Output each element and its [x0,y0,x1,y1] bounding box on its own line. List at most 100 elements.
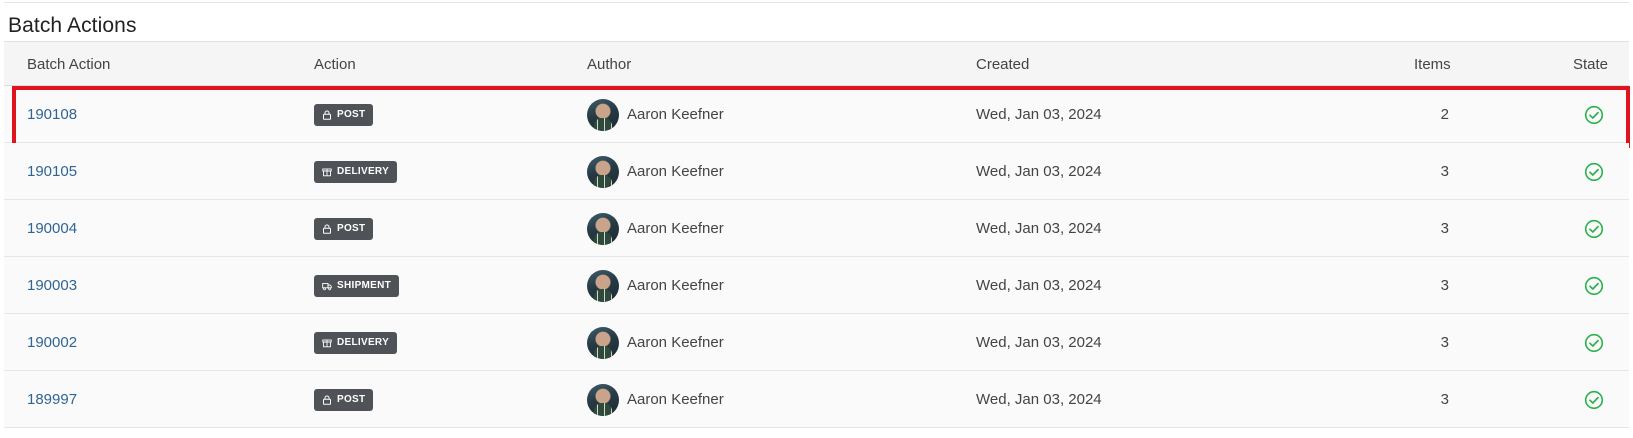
author-name: Aaron Keefner [627,334,724,351]
lock-icon [322,395,332,405]
action-label: POST [337,223,366,234]
items-count: 2 [1440,106,1449,123]
items-count: 3 [1440,163,1449,180]
author-cell: Aaron Keefner [587,86,724,143]
table-row[interactable]: 190004 POST Aaron Keefner Wed, Jan 03, 2… [4,200,1629,257]
items-count: 3 [1440,334,1449,351]
column-header-batch-action[interactable]: Batch Action [27,42,110,87]
items-count: 3 [1440,391,1449,408]
check-circle-icon [1584,276,1604,296]
check-circle-icon [1584,390,1604,410]
top-divider [4,2,1629,3]
batch-id-cell: 190003 [27,257,77,314]
box-icon [322,167,332,177]
column-header-items[interactable]: Items [1414,42,1451,87]
state-cell [1584,314,1604,371]
action-cell: DELIVERY [314,314,398,371]
author-cell: Aaron Keefner [587,314,724,371]
avatar [587,212,619,245]
avatar [587,155,619,188]
action-badge: POST [314,217,374,240]
action-cell: SHIPMENT [314,257,400,314]
author-cell: Aaron Keefner [587,257,724,314]
check-circle-icon [1584,219,1604,239]
table-row[interactable]: 190105 DELIVERY Aaron Keefner Wed, Jan 0… [4,143,1629,200]
action-badge: POST [314,388,374,411]
table-row[interactable]: 190108 POST Aaron Keefner Wed, Jan 03, 2… [4,86,1630,148]
state-cell [1584,143,1604,200]
items-cell: 3 [1424,257,1449,314]
created-date: Wed, Jan 03, 2024 [976,334,1102,351]
avatar [587,383,619,416]
column-header-state[interactable]: State [1573,42,1608,87]
items-cell: 3 [1424,200,1449,257]
author-cell: Aaron Keefner [587,143,724,200]
items-cell: 3 [1424,314,1449,371]
author-name: Aaron Keefner [627,163,724,180]
created-cell: Wed, Jan 03, 2024 [976,200,1102,257]
action-cell: POST [314,200,374,257]
box-icon [322,338,332,348]
batch-id-link[interactable]: 190004 [27,220,77,237]
action-label: POST [337,109,366,120]
truck-icon [322,281,332,291]
created-date: Wed, Jan 03, 2024 [976,106,1102,123]
created-date: Wed, Jan 03, 2024 [976,277,1102,294]
avatar [587,98,619,131]
check-circle-icon [1584,333,1604,353]
check-circle-icon [1584,105,1604,125]
batch-id-cell: 190004 [27,200,77,257]
action-badge: DELIVERY [314,331,398,354]
table-row[interactable]: 190002 DELIVERY Aaron Keefner Wed, Jan 0… [4,314,1629,371]
items-count: 3 [1440,220,1449,237]
batch-id-cell: 190108 [27,86,77,143]
avatar [587,269,619,302]
avatar [587,326,619,359]
action-label: DELIVERY [337,166,390,177]
items-count: 3 [1440,277,1449,294]
author-name: Aaron Keefner [627,220,724,237]
batch-id-link[interactable]: 189997 [27,391,77,408]
action-badge: POST [314,103,374,126]
table-row[interactable]: 190003 SHIPMENT Aaron Keefner Wed, Jan 0… [4,257,1629,314]
page-title: Batch Actions [8,14,137,37]
author-cell: Aaron Keefner [587,200,724,257]
items-cell: 2 [1424,86,1449,143]
created-date: Wed, Jan 03, 2024 [976,163,1102,180]
state-cell [1584,86,1604,143]
action-badge: DELIVERY [314,160,398,183]
batch-id-link[interactable]: 190105 [27,163,77,180]
column-header-action[interactable]: Action [314,42,356,87]
state-cell [1584,371,1604,428]
items-cell: 3 [1424,371,1449,428]
action-badge: SHIPMENT [314,274,400,297]
author-cell: Aaron Keefner [587,371,724,428]
lock-icon [322,110,332,120]
author-name: Aaron Keefner [627,277,724,294]
author-name: Aaron Keefner [627,106,724,123]
batch-id-cell: 189997 [27,371,77,428]
action-label: DELIVERY [337,337,390,348]
batch-id-cell: 190002 [27,314,77,371]
created-date: Wed, Jan 03, 2024 [976,391,1102,408]
author-name: Aaron Keefner [627,391,724,408]
table-row[interactable]: 189997 POST Aaron Keefner Wed, Jan 03, 2… [4,371,1629,428]
created-cell: Wed, Jan 03, 2024 [976,143,1102,200]
batch-id-link[interactable]: 190108 [27,106,77,123]
created-date: Wed, Jan 03, 2024 [976,220,1102,237]
batch-id-link[interactable]: 190003 [27,277,77,294]
column-header-author[interactable]: Author [587,42,631,87]
column-header-created[interactable]: Created [976,42,1029,87]
check-circle-icon [1584,162,1604,182]
action-cell: POST [314,371,374,428]
action-cell: DELIVERY [314,143,398,200]
lock-icon [322,224,332,234]
batch-id-cell: 190105 [27,143,77,200]
created-cell: Wed, Jan 03, 2024 [976,257,1102,314]
state-cell [1584,257,1604,314]
action-cell: POST [314,86,374,143]
batch-id-link[interactable]: 190002 [27,334,77,351]
items-cell: 3 [1424,143,1449,200]
batch-actions-table: Batch Action Action Author Created Items… [4,41,1630,428]
created-cell: Wed, Jan 03, 2024 [976,86,1102,143]
